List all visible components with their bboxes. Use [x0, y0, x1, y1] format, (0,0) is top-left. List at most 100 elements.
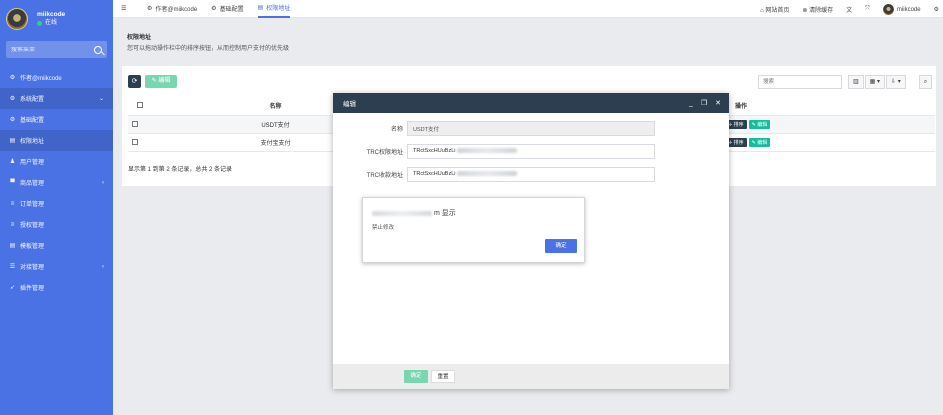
alert-message: 禁止修改	[372, 225, 395, 231]
trc-receive-address-field[interactable]: TRctSxcHUuBzLi	[407, 167, 655, 182]
trc-permission-address-field[interactable]: TRctSxcHUuBzLi	[407, 144, 655, 159]
edit-button[interactable]: ✎ 编辑	[145, 75, 177, 88]
page-description: 您可以拖动操作栏中的排序按钮，从而控制用户支付的优先级	[127, 46, 290, 52]
modal-controls: _ ❐ ✕	[689, 93, 721, 113]
brand-name: miikcode	[37, 11, 66, 18]
field-trc-receive-row: TRC收款地址 TRctSxcHUuBzLi	[333, 167, 729, 182]
sidebar-item-system-config[interactable]: ⚙ 系统配置 ⌄	[0, 88, 113, 109]
row-edit-button[interactable]: ✎ 编辑	[748, 137, 771, 147]
sidebar-item-products[interactable]: ▀ 商品管理 ‹	[0, 172, 113, 193]
search-icon[interactable]: ⌕	[919, 75, 932, 89]
column-header-ops: 操作	[735, 97, 935, 116]
home-link[interactable]: ⌂ 网站首页	[760, 5, 789, 14]
clear-cache-button[interactable]: ⊗ 清除缓存	[802, 5, 833, 14]
sidebar-item-basic-config[interactable]: ⚙ 基础配置	[0, 109, 113, 130]
trash-icon: ⊗	[802, 7, 808, 14]
tab-label: 基础配置	[219, 7, 244, 13]
sidebar-item-label: 系统配置	[20, 97, 45, 103]
maximize-icon[interactable]: ❐	[701, 99, 707, 107]
sidebar-item-label: 基础配置	[20, 118, 45, 124]
sort-label: 排序	[733, 121, 744, 128]
modal-footer: 确定 重置	[333, 364, 729, 389]
sidebar-item-label: 订单管理	[20, 202, 45, 208]
rocket-icon: ➶	[9, 285, 16, 291]
alert-dialog: m 显示 禁止修改 确定	[362, 197, 585, 263]
avatar	[882, 3, 894, 15]
name-field[interactable]	[407, 121, 655, 136]
page-title: 权限地址	[127, 35, 152, 41]
sidebar-item-users[interactable]: ♟ 用户管理	[0, 151, 113, 172]
field-value: TRctSxcHUuBzLi	[413, 171, 456, 177]
page-header: 权限地址 您可以拖动操作栏中的排序按钮，从而控制用户支付的优先级	[113, 18, 943, 62]
alert-title: m 显示	[372, 208, 456, 218]
field-value: TRctSxcHUuBzLi	[413, 148, 456, 154]
sidebar-item-permission-address[interactable]: ▤ 权限地址	[0, 130, 113, 151]
tab-label: 作者@miikcode	[155, 7, 198, 13]
menu-search	[6, 41, 107, 58]
tab-author[interactable]: ⚙ 作者@miikcode	[147, 0, 197, 18]
user-menu[interactable]: miikcode	[882, 3, 921, 15]
refresh-button[interactable]: ⟳	[128, 75, 141, 88]
export-icon[interactable]: ⇩ ▾	[886, 75, 906, 89]
fullscreen-icon[interactable]: ⤧	[865, 6, 870, 13]
settings-icon[interactable]: ⚙	[934, 6, 939, 13]
dashboard-icon: ⚙	[147, 6, 153, 12]
menu-search-input[interactable]	[11, 46, 81, 53]
row-edit-label: 编辑	[757, 139, 768, 146]
sidebar-item-plugins[interactable]: ➶ 插件管理	[0, 277, 113, 298]
chevron-left-icon: ‹	[102, 263, 104, 270]
toggle-view-icon[interactable]: ▥	[848, 75, 864, 89]
field-label: TRC收款地址	[366, 173, 403, 179]
search-icon[interactable]	[94, 45, 102, 54]
ops-header-label: 操作	[735, 104, 748, 111]
gear-icon: ⚙	[9, 117, 16, 123]
field-name-row: 名称	[333, 121, 729, 136]
field-trc-permission-row: TRC权限地址 TRctSxcHUuBzLi	[333, 144, 729, 159]
list-icon: ▤	[9, 243, 16, 249]
minimize-icon[interactable]: _	[689, 100, 693, 107]
sidebar-item-integration[interactable]: ☰ 对接管理 ‹	[0, 256, 113, 277]
sidebar-item-auth[interactable]: ≡ 授权管理	[0, 214, 113, 235]
avatar[interactable]	[6, 8, 28, 30]
columns-icon[interactable]: ▦ ▾	[864, 75, 886, 89]
list-icon: ≡	[10, 200, 15, 207]
chevron-down-icon: ⌄	[98, 96, 104, 102]
sidebar-item-author[interactable]: ⚙ 作者@miikcode	[0, 67, 113, 88]
tab-label: 权限地址	[266, 6, 291, 12]
tab-basic-config[interactable]: ⚙ 基础配置	[211, 0, 243, 18]
sort-label: 排序	[733, 139, 744, 146]
row-checkbox[interactable]	[132, 138, 138, 145]
clear-cache-label: 清除缓存	[809, 7, 834, 14]
edit-button-label: 编辑	[158, 78, 171, 84]
reset-button[interactable]: 重置	[431, 370, 455, 383]
sidebar-item-orders[interactable]: ≡ 订单管理	[0, 193, 113, 214]
close-icon[interactable]: ✕	[715, 99, 721, 107]
sidebar-item-label: 用户管理	[20, 160, 45, 166]
select-all-checkbox[interactable]	[137, 102, 143, 109]
sidebar-item-label: 插件管理	[20, 286, 45, 292]
gear-icon: ⚙	[211, 6, 217, 12]
translate-icon[interactable]: 文	[846, 5, 852, 14]
row-checkbox[interactable]	[132, 120, 138, 127]
home-icon: ⌂	[760, 7, 764, 14]
menu-toggle-icon[interactable]: ☰	[121, 5, 133, 12]
user-icon: ♟	[9, 159, 16, 165]
home-label: 网站首页	[765, 7, 790, 14]
refresh-icon: ⟳	[131, 78, 138, 85]
field-label: 名称	[390, 127, 403, 133]
chevron-left-icon: ‹	[102, 179, 104, 186]
table-search-input[interactable]	[758, 75, 842, 89]
alert-ok-button[interactable]: 确定	[545, 239, 577, 253]
modal-header: 编辑 _ ❐ ✕	[333, 93, 729, 113]
sidebar-item-label: 权限地址	[20, 139, 45, 145]
brand: miikcode 在线	[0, 0, 113, 38]
tab-permission-address[interactable]: ▤ 权限地址	[257, 0, 291, 18]
row-edit-button[interactable]: ✎ 编辑	[748, 119, 771, 129]
online-status-label: 在线	[45, 20, 58, 26]
list-icon: ≡	[10, 221, 15, 228]
row-check-cell	[128, 115, 148, 134]
confirm-button[interactable]: 确定	[404, 370, 428, 383]
list-icon: ▤	[257, 5, 264, 11]
sidebar-item-templates[interactable]: ▤ 模板管理	[0, 235, 113, 256]
list-icon: ☰	[9, 264, 16, 270]
